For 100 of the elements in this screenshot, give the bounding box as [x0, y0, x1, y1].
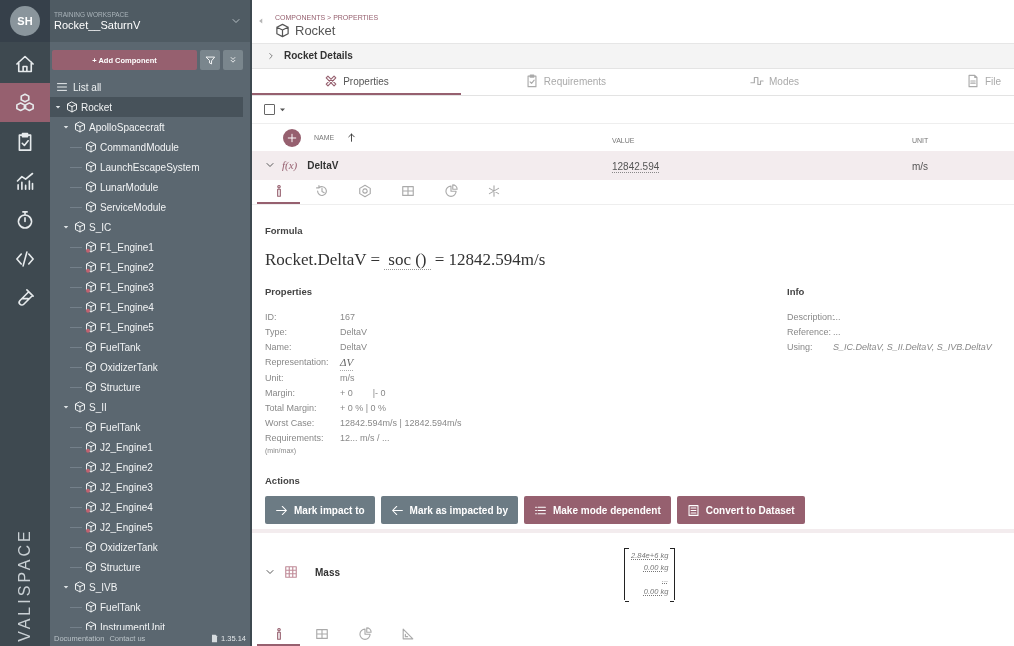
action-button[interactable]: Make mode dependent — [523, 496, 671, 525]
action-button[interactable]: Convert to Dataset — [676, 496, 805, 525]
workspace-name: Rocket__SaturnV — [54, 19, 142, 31]
field-label: Reference: — [787, 326, 833, 340]
double-chevron-icon — [228, 55, 238, 65]
tree-item[interactable]: F1_Engine3 — [50, 277, 243, 297]
logo: VALISPACE — [16, 528, 34, 642]
field-label: Worst Case: — [265, 417, 316, 431]
field-value: ... — [833, 311, 842, 325]
field-label: ID: — [265, 311, 278, 325]
tree-item[interactable]: LunarModule — [50, 177, 243, 197]
property-name: Mass — [315, 566, 340, 578]
stopwatch-icon — [15, 209, 35, 230]
code-icon — [15, 248, 35, 269]
home-icon — [15, 53, 35, 74]
value-link[interactable]: 12842.594 — [612, 161, 660, 174]
field-value: + 0 % | 0 % — [340, 402, 387, 416]
action-button[interactable]: Mark as impacted by — [380, 496, 518, 525]
tree-item[interactable]: S_IC — [50, 217, 243, 237]
details-bar[interactable]: Rocket Details — [252, 43, 1014, 70]
field-value: + 0 — [340, 387, 353, 401]
field-label: Using: — [787, 341, 814, 355]
avatar[interactable]: SH — [10, 6, 40, 36]
section-heading: Formula — [265, 225, 304, 237]
tree-item[interactable]: ApolloSpacecraft — [50, 117, 243, 137]
field-label: Description: — [787, 311, 833, 325]
field-label: Requirements: — [265, 432, 325, 446]
reference-link[interactable]: S_IC.DeltaV, S_II.DeltaV, S_IVB.DeltaV — [833, 340, 1000, 356]
plus-icon — [286, 131, 298, 144]
formula-link[interactable]: soc () — [384, 250, 431, 271]
field-value: 12... m/s / ... — [340, 432, 390, 446]
test-tube-icon — [15, 287, 35, 308]
table-icon — [400, 183, 415, 198]
tree-item[interactable]: F1_Engine4 — [50, 297, 243, 317]
tree-item[interactable]: J2_Engine5 — [50, 517, 243, 537]
field-label: Name: — [265, 341, 293, 355]
list-all-link[interactable]: List all — [73, 81, 102, 93]
tree-item[interactable]: FuelTank — [50, 337, 243, 357]
tree-item[interactable]: J2_Engine2 — [50, 457, 243, 477]
tree-item[interactable]: F1_Engine2 — [50, 257, 243, 277]
document-list-icon — [686, 503, 700, 517]
tree-item[interactable]: FuelTank — [50, 597, 243, 617]
action-button[interactable]: Mark impact to — [265, 496, 375, 525]
field-value: ΔV — [340, 355, 354, 372]
field-label: Margin: — [265, 387, 296, 401]
field-value: |- 0 — [372, 387, 386, 401]
cubes-icon — [15, 92, 35, 113]
tree-item[interactable]: S_II — [50, 397, 243, 417]
unit-text: m/s — [912, 161, 929, 173]
tree-item[interactable]: OxidizerTank — [50, 537, 243, 557]
checkbox[interactable] — [264, 104, 275, 116]
file-icon — [965, 74, 980, 89]
table-icon — [314, 626, 329, 641]
field-label: Unit: — [265, 372, 285, 386]
filter-button[interactable] — [200, 50, 220, 70]
page-title: Rocket — [295, 23, 336, 38]
property-name: DeltaV — [307, 159, 339, 171]
arrow-right-icon — [275, 503, 288, 517]
tree-item[interactable]: InstrumentUnit — [50, 617, 243, 630]
tree-item[interactable]: F1_Engine1 — [50, 237, 243, 257]
pie-chart-icon — [443, 183, 458, 198]
function-symbol: f(x) — [282, 159, 298, 172]
asterisk-icon — [486, 183, 501, 198]
tree-item[interactable]: FuelTank — [50, 417, 243, 437]
nav-button[interactable] — [0, 83, 50, 122]
tree-item[interactable]: J2_Engine1 — [50, 437, 243, 457]
tree-item[interactable]: S_IVB — [50, 577, 243, 597]
formula: Rocket.DeltaV = soc () = 12842.594m/s — [265, 250, 547, 271]
hexagon-icon — [357, 183, 372, 198]
tree-item[interactable]: Structure — [50, 377, 243, 397]
tree-item[interactable]: LaunchEscapeSystem — [50, 157, 243, 177]
tree-item[interactable]: Structure — [50, 557, 243, 577]
tree-item[interactable]: ServiceModule — [50, 197, 243, 217]
field-value: ... — [833, 326, 842, 340]
tree-item[interactable]: J2_Engine3 — [50, 477, 243, 497]
field-value: DeltaV — [340, 326, 367, 340]
add-button[interactable] — [283, 128, 301, 147]
file-icon — [209, 633, 219, 643]
field-label: Total Margin: — [265, 402, 318, 416]
tree-item[interactable]: OxidizerTank — [50, 357, 243, 377]
tree-item[interactable]: Rocket — [50, 97, 243, 117]
cube-icon — [275, 23, 290, 38]
details-title: Rocket Details — [284, 50, 353, 62]
chart-icon — [15, 170, 35, 191]
tab[interactable]: Properties — [252, 69, 461, 95]
field-value: m/s — [340, 372, 355, 386]
tree-item[interactable]: CommandModule — [50, 137, 243, 157]
field-value: DeltaV — [340, 341, 367, 355]
table-icon — [284, 565, 298, 580]
list-icon — [56, 81, 68, 93]
field-value: 12842.594m/s | 12842.594m/s — [340, 417, 462, 431]
pie-chart-icon — [357, 626, 372, 641]
section-heading: Actions — [265, 475, 301, 487]
history-icon — [314, 183, 329, 198]
tree-item[interactable]: J2_Engine4 — [50, 497, 243, 517]
section-heading: Properties — [265, 286, 313, 298]
field-value: 167 — [340, 311, 356, 325]
field-label: Type: — [265, 326, 288, 340]
tree-item[interactable]: F1_Engine5 — [50, 317, 243, 337]
crossed-tools-icon — [324, 74, 339, 89]
